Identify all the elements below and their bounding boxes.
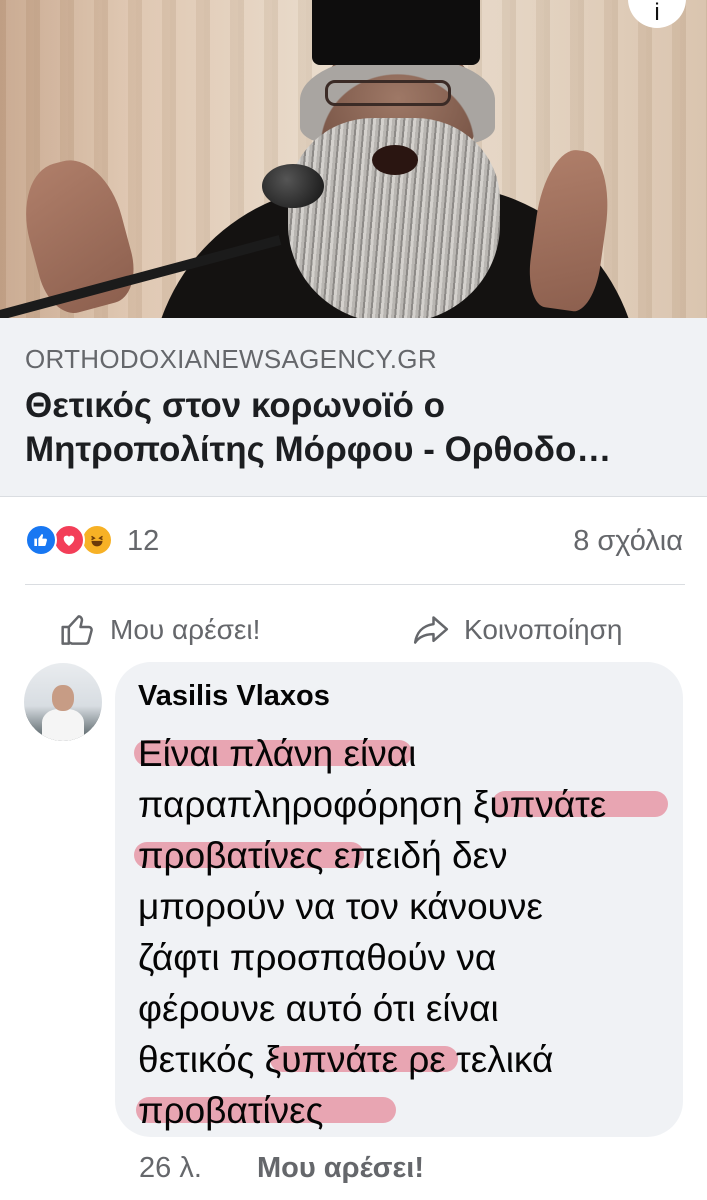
like-icon [25, 524, 57, 556]
haha-icon [81, 524, 113, 556]
microphone-icon [262, 164, 324, 208]
comment-text: Είναι πλάνη είναι παραπληροφόρηση ξυπνάτ… [138, 733, 607, 1131]
like-button-label: Μου αρέσει! [110, 614, 261, 645]
comment-count[interactable]: 8 σχόλια [573, 525, 683, 558]
link-domain: ORTHODOXIANEWSAGENCY.GR [25, 344, 437, 374]
share-button-label: Κοινοποίηση [464, 614, 623, 645]
clerical-hat [312, 0, 480, 65]
comment-timestamp[interactable]: 26 λ. [139, 1152, 202, 1185]
glasses [325, 80, 451, 106]
love-icon [53, 524, 85, 556]
share-button[interactable]: Κοινοποίηση [410, 608, 622, 652]
avatar-head [52, 685, 74, 711]
comment-author[interactable]: Vasilis Vlaxos [138, 680, 330, 713]
divider [25, 584, 685, 585]
reaction-count[interactable]: 12 [127, 525, 159, 558]
link-preview-card[interactable]: ORTHODOXIANEWSAGENCY.GR Θετικός στον κορ… [0, 318, 707, 497]
thumbs-up-icon [61, 615, 93, 645]
mouth [372, 145, 418, 175]
link-title[interactable]: Θετικός στον κορωνοϊό ο Μητροπολίτης Μόρ… [25, 384, 685, 472]
share-arrow-icon [413, 616, 449, 644]
like-button[interactable]: Μου αρέσει! [58, 608, 260, 652]
comment-like-button[interactable]: Μου αρέσει! [257, 1152, 424, 1185]
avatar-body [42, 709, 84, 741]
commenter-avatar[interactable] [24, 663, 102, 741]
link-preview-image[interactable]: i [0, 0, 707, 318]
